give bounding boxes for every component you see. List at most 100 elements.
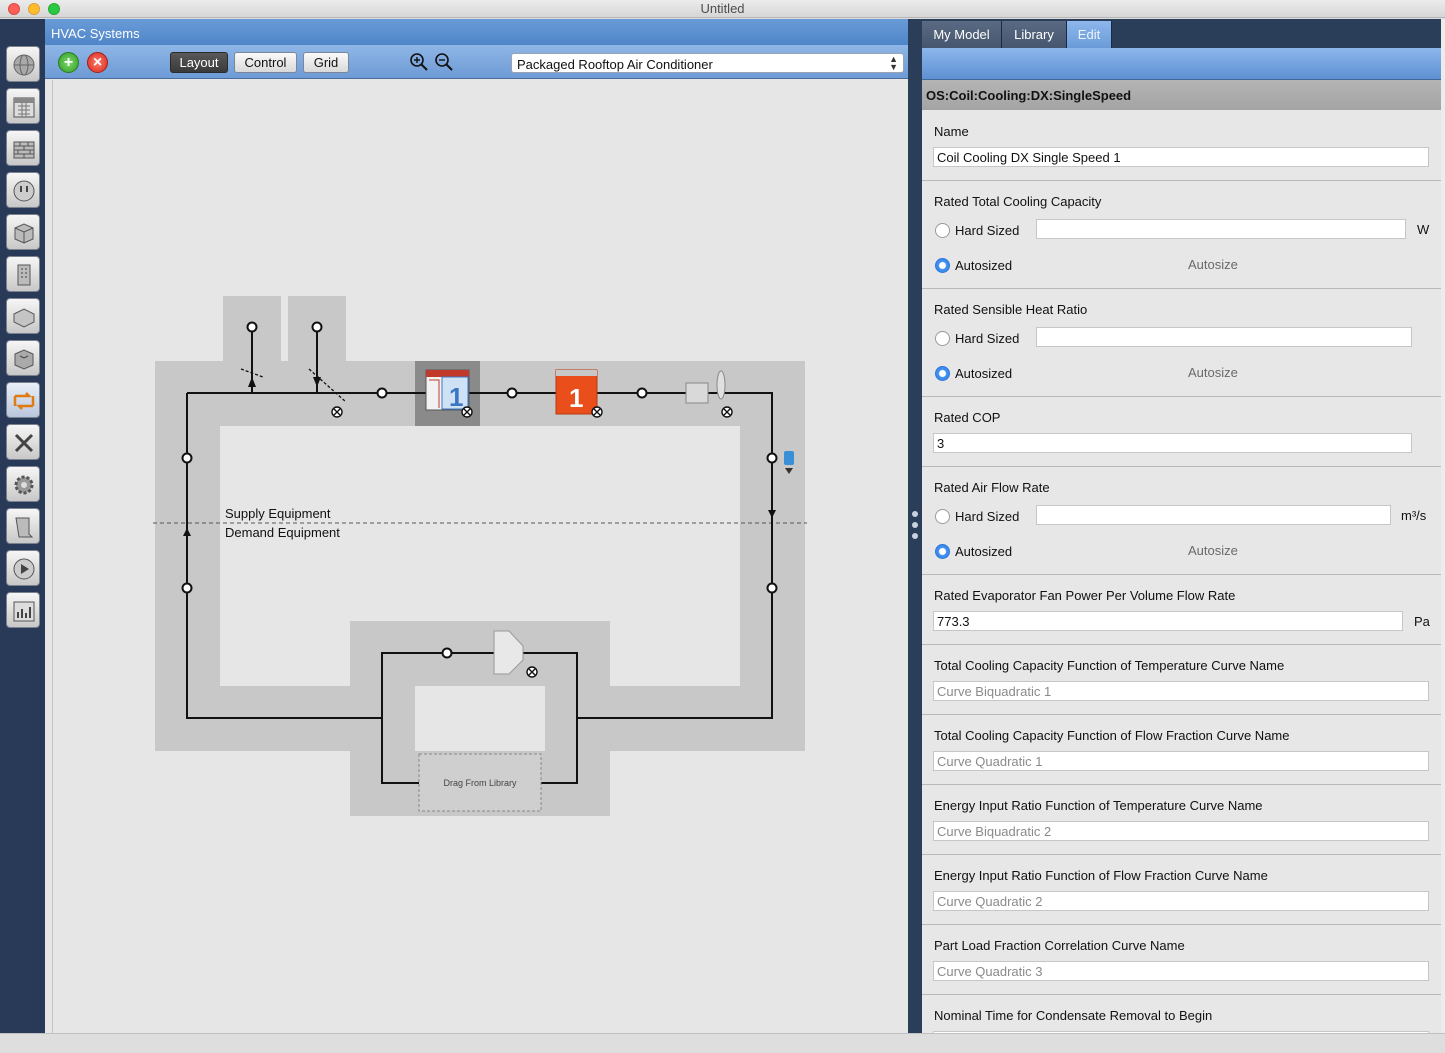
tab-my-model[interactable]: My Model [922, 21, 1002, 48]
tab-edit[interactable]: Edit [1067, 21, 1112, 48]
field-rated-total-cooling-capacity: Rated Total Cooling Capacity Hard Sized … [922, 181, 1443, 289]
shr-autosized-radio[interactable] [935, 366, 950, 381]
field-label: Rated Evaporator Fan Power Per Volume Fl… [934, 588, 1236, 603]
field-label: Part Load Fraction Correlation Curve Nam… [934, 938, 1185, 953]
spaces-icon [14, 349, 34, 370]
plf-curve-input[interactable]: Curve Quadratic 3 [933, 961, 1429, 981]
cooling-coil-icon[interactable]: 1 [425, 369, 470, 412]
run-simulation-tab[interactable] [6, 550, 40, 586]
loads-tab[interactable] [6, 172, 40, 208]
globe-icon [13, 54, 35, 76]
spaces-tab[interactable] [6, 340, 40, 376]
field-label: Rated Total Cooling Capacity [934, 194, 1102, 209]
field-part-load-fraction-curve: Part Load Fraction Correlation Curve Nam… [922, 925, 1443, 995]
capacity-autosized-radio[interactable] [935, 258, 950, 273]
capacity-input[interactable] [1036, 219, 1406, 239]
hvac-main-panel: HVAC Systems + × Layout Control Grid Pac… [45, 19, 908, 1033]
constructions-tab[interactable] [6, 130, 40, 166]
splitter-grip-dot [912, 522, 918, 528]
field-condensate-removal-time: Nominal Time for Condensate Removal to B… [922, 995, 1443, 1033]
field-label: Energy Input Ratio Function of Flow Frac… [934, 868, 1268, 883]
field-label: Rated Air Flow Rate [934, 480, 1050, 495]
airflow-hard-sized-radio[interactable] [935, 509, 950, 524]
airflow-input[interactable] [1036, 505, 1391, 525]
autosize-button[interactable]: Autosize [1188, 257, 1238, 272]
air-loop-diagram: Supply Equipment Demand Equipment 1 1 Dr… [153, 296, 807, 816]
space-types-tab[interactable] [6, 214, 40, 250]
geometry-tab[interactable] [6, 256, 40, 292]
bricks-icon [13, 141, 35, 159]
hvac-diagram-canvas[interactable]: Supply Equipment Demand Equipment 1 1 Dr… [52, 80, 908, 1033]
field-eir-temperature-curve: Energy Input Ratio Function of Temperatu… [922, 785, 1443, 855]
radio-label: Hard Sized [955, 223, 1020, 238]
cube-icon [14, 223, 34, 244]
heating-coil-icon[interactable]: 1 [555, 369, 598, 415]
unit-label: Pa [1414, 614, 1430, 629]
shr-hard-sized-radio[interactable] [935, 331, 950, 346]
field-tcc-temperature-curve: Total Cooling Capacity Function of Tempe… [922, 645, 1443, 715]
variables-tab[interactable] [6, 466, 40, 502]
tcc-temperature-curve-input[interactable]: Curve Biquadratic 1 [933, 681, 1429, 701]
facility-tab[interactable] [6, 298, 40, 334]
hvac-loop-icon [13, 392, 35, 410]
fan-power-input[interactable]: 773.3 [933, 611, 1403, 631]
inspector-header-bar [922, 48, 1443, 80]
field-tcc-flow-curve: Total Cooling Capacity Function of Flow … [922, 715, 1443, 785]
autosize-button[interactable]: Autosize [1188, 543, 1238, 558]
inspector-tabs: My Model Library Edit [922, 19, 1445, 48]
name-input[interactable]: Coil Cooling DX Single Speed 1 [933, 147, 1429, 167]
play-icon [13, 558, 35, 580]
field-eir-flow-curve: Energy Input Ratio Function of Flow Frac… [922, 855, 1443, 925]
capacity-hard-sized-radio[interactable] [935, 223, 950, 238]
field-label: Name [934, 124, 969, 139]
cooling-coil-number: 1 [449, 382, 463, 412]
grid-button[interactable]: Grid [303, 52, 349, 73]
object-type-title: OS:Coil:Cooling:DX:SingleSpeed [922, 80, 1443, 110]
cop-input[interactable]: 3 [933, 433, 1412, 453]
eir-flow-curve-input[interactable]: Curve Quadratic 2 [933, 891, 1429, 911]
outlet-icon [13, 180, 35, 202]
building-icon [17, 264, 31, 286]
schedules-tab[interactable] [6, 88, 40, 124]
field-label: Total Cooling Capacity Function of Flow … [934, 728, 1290, 743]
zoom-in-icon[interactable] [409, 52, 429, 72]
measures-tab[interactable] [6, 508, 40, 544]
zoom-out-icon[interactable] [434, 52, 454, 72]
system-select[interactable]: Packaged Rooftop Air Conditioner ▲ ▼ [511, 53, 904, 73]
window-status-bar [0, 1033, 1445, 1053]
tcc-flow-curve-input[interactable]: Curve Quadratic 1 [933, 751, 1429, 771]
window-titlebar: Untitled [0, 0, 1445, 18]
panel-splitter[interactable] [908, 19, 922, 1033]
demand-equipment-label: Demand Equipment [225, 525, 340, 540]
field-label: Total Cooling Capacity Function of Tempe… [934, 658, 1285, 673]
eir-temperature-curve-input[interactable]: Curve Biquadratic 2 [933, 821, 1429, 841]
system-select-value: Packaged Rooftop Air Conditioner [517, 57, 713, 72]
site-tab[interactable] [6, 46, 40, 82]
add-system-button[interactable]: + [58, 52, 79, 73]
radio-label: Hard Sized [955, 331, 1020, 346]
field-rated-cop: Rated COP 3 [922, 397, 1443, 467]
tools-icon [14, 433, 34, 453]
autosize-button[interactable]: Autosize [1188, 365, 1238, 380]
scroll-icon [15, 517, 34, 538]
airflow-autosized-radio[interactable] [935, 544, 950, 559]
gear-icon [14, 475, 34, 495]
inspector-scrollbar[interactable] [1441, 19, 1445, 1033]
splitter-grip-dot [912, 533, 918, 539]
layout-button[interactable]: Layout [170, 52, 228, 73]
remove-system-button[interactable]: × [87, 52, 108, 73]
hvac-systems-tab[interactable] [6, 382, 40, 418]
field-name: Name Coil Cooling DX Single Speed 1 [922, 110, 1443, 181]
control-button[interactable]: Control [234, 52, 297, 73]
field-rated-air-flow-rate: Rated Air Flow Rate Hard Sized m³/s Auto… [922, 467, 1443, 575]
radio-label: Autosized [955, 366, 1013, 381]
hvac-toolbar: + × Layout Control Grid Packaged Rooftop… [45, 45, 908, 79]
shr-input[interactable] [1036, 327, 1412, 347]
radio-label: Autosized [955, 258, 1013, 273]
results-tab[interactable] [6, 592, 40, 628]
thermal-zones-tab[interactable] [6, 424, 40, 460]
select-arrows-icon: ▲ ▼ [889, 54, 898, 72]
tab-library[interactable]: Library [1002, 21, 1067, 48]
field-label: Energy Input Ratio Function of Temperatu… [934, 798, 1263, 813]
inspector-panel: My Model Library Edit OS:Coil:Cooling:DX… [922, 19, 1445, 1033]
